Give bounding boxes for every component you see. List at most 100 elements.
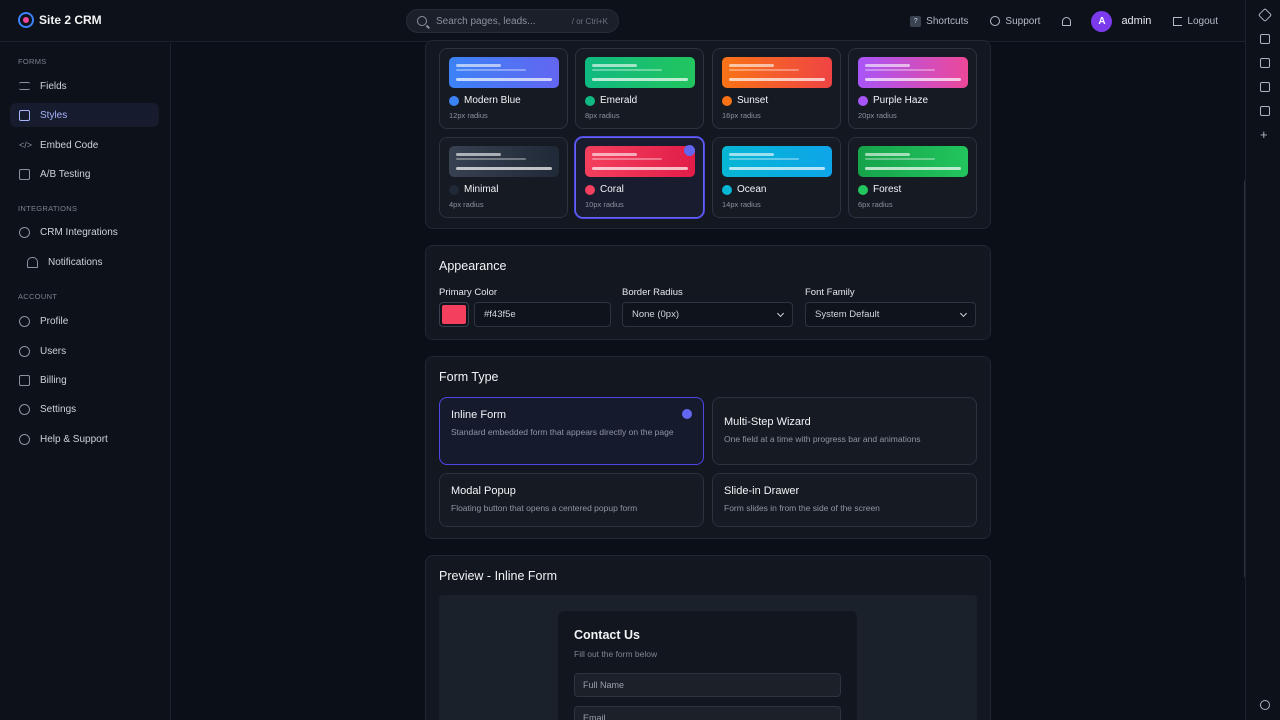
search-placeholder: Search pages, leads... — [436, 15, 536, 27]
keyboard-icon: ? — [910, 15, 922, 27]
tag-icon[interactable] — [1257, 7, 1273, 23]
logout-label: Logout — [1187, 15, 1218, 27]
users-icon — [19, 345, 30, 357]
sidebar-item-label: Billing — [40, 374, 67, 386]
sidebar-item-label: Help & Support — [40, 433, 108, 445]
logout-button[interactable]: Logout — [1173, 16, 1218, 27]
plus-icon[interactable]: + — [1260, 128, 1270, 141]
support-button[interactable]: Support — [990, 16, 1040, 27]
logout-icon — [1173, 16, 1183, 26]
theme-card-ocean[interactable]: Ocean 14px radius — [712, 137, 841, 218]
sidebar-item-settings[interactable]: Settings — [10, 397, 159, 421]
theme-name: Minimal — [464, 184, 499, 195]
form-type-modal[interactable]: Modal Popup Floating button that opens a… — [439, 473, 704, 527]
sidebar-item-label: Embed Code — [40, 139, 99, 151]
form-type-multi-step[interactable]: Multi-Step Wizard One field at a time wi… — [712, 397, 977, 465]
form-type-option-desc: One field at a time with progress bar an… — [724, 434, 921, 444]
primary-color-label: Primary Color — [439, 287, 498, 298]
preview-form-title: Contact Us — [574, 628, 640, 642]
sidebar-item-label: Styles — [40, 109, 68, 121]
shortcuts-label: Shortcuts — [926, 15, 969, 27]
check-icon — [682, 409, 692, 419]
form-type-option-title: Modal Popup — [451, 485, 516, 497]
theme-card-forest[interactable]: Forest 6px radius — [848, 137, 977, 218]
sidebar: FORMS Fields Styles </> Embed Code A/B T… — [0, 43, 171, 720]
border-radius-select[interactable]: None (0px) — [622, 302, 793, 327]
theme-preview-swatch — [449, 57, 559, 88]
sidebar-item-fields[interactable]: Fields — [10, 74, 159, 98]
app-name: Site 2 CRM — [39, 13, 102, 27]
sidebar-item-label: Profile — [40, 315, 69, 327]
theme-card-modern-blue[interactable]: Modern Blue 12px radius — [439, 48, 568, 129]
theme-card-emerald[interactable]: Emerald 8px radius — [575, 48, 704, 129]
theme-card-coral[interactable]: Coral 10px radius — [575, 137, 704, 218]
sidebar-item-label: Fields — [40, 80, 67, 92]
theme-name: Forest — [873, 184, 902, 195]
theme-name: Purple Haze — [873, 95, 929, 106]
sidebar-section-forms: FORMS — [18, 57, 47, 66]
theme-preview-swatch — [858, 146, 968, 177]
theme-name: Modern Blue — [464, 95, 521, 106]
border-radius-value: None (0px) — [632, 309, 679, 320]
sidebar-item-profile[interactable]: Profile — [10, 309, 159, 333]
notifications-button[interactable] — [1062, 16, 1072, 26]
palette-icon — [19, 109, 30, 121]
sidebar-item-styles[interactable]: Styles — [10, 103, 159, 127]
theme-color-dot — [585, 185, 595, 195]
form-type-option-title: Inline Form — [451, 409, 507, 421]
sidebar-item-label: Settings — [40, 403, 77, 415]
clipboard-icon — [19, 168, 30, 180]
primary-color-input[interactable]: #f43f5e — [474, 302, 611, 327]
chevron-down-icon — [959, 309, 968, 317]
user-menu[interactable]: A admin — [1091, 10, 1152, 32]
theme-card-sunset[interactable]: Sunset 16px radius — [712, 48, 841, 129]
chevron-down-icon — [776, 309, 785, 317]
theme-radius: 10px radius — [585, 200, 624, 209]
preview-title: Preview - Inline Form — [439, 569, 558, 583]
theme-card-purple-haze[interactable]: Purple Haze 20px radius — [848, 48, 977, 129]
app-logo[interactable]: Site 2 CRM — [18, 12, 102, 28]
user-name: admin — [1121, 15, 1152, 27]
font-family-select[interactable]: System Default — [805, 302, 976, 327]
sidebar-section-integrations: INTEGRATIONS — [18, 204, 78, 213]
document-icon[interactable] — [1260, 82, 1270, 92]
theme-color-dot — [858, 96, 868, 106]
full-name-field[interactable]: Full Name — [574, 673, 841, 697]
sidebar-item-ab-testing[interactable]: A/B Testing — [10, 162, 159, 186]
credit-card-icon — [19, 374, 30, 386]
sidebar-item-embed-code[interactable]: </> Embed Code — [10, 133, 159, 157]
avatar: A — [1091, 10, 1113, 32]
shortcuts-button[interactable]: ? Shortcuts — [910, 15, 969, 27]
sidebar-item-users[interactable]: Users — [10, 339, 159, 363]
preview-form-subtitle: Fill out the form below — [574, 649, 658, 659]
search-icon — [417, 16, 427, 26]
wallet-icon[interactable] — [1260, 58, 1270, 68]
theme-name: Ocean — [737, 184, 767, 195]
theme-color-dot — [449, 96, 459, 106]
appearance-title: Appearance — [439, 259, 507, 273]
theme-radius: 4px radius — [449, 200, 484, 209]
primary-color-picker[interactable] — [439, 302, 469, 327]
sidebar-item-label: A/B Testing — [40, 168, 91, 180]
sidebar-item-notifications[interactable]: Notifications — [10, 250, 159, 274]
theme-name: Coral — [600, 184, 624, 195]
gear-icon[interactable] — [1260, 700, 1270, 710]
theme-radius: 12px radius — [449, 111, 488, 120]
email-field[interactable]: Email — [574, 706, 841, 720]
theme-color-dot — [858, 185, 868, 195]
sidebar-item-crm-integrations[interactable]: CRM Integrations — [10, 220, 159, 244]
theme-card-minimal[interactable]: Minimal 4px radius — [439, 137, 568, 218]
inbox-icon[interactable] — [1260, 34, 1270, 44]
support-label: Support — [1005, 15, 1041, 27]
book-icon[interactable] — [1260, 106, 1270, 116]
font-family-value: System Default — [815, 309, 880, 320]
bell-icon — [1062, 16, 1072, 26]
bell-icon — [27, 256, 38, 268]
form-type-slide-in[interactable]: Slide-in Drawer Form slides in from the … — [712, 473, 977, 527]
sidebar-item-help-support[interactable]: Help & Support — [10, 427, 159, 451]
form-type-option-title: Slide-in Drawer — [724, 485, 800, 497]
form-type-inline[interactable]: Inline Form Standard embedded form that … — [439, 397, 704, 465]
theme-preview-swatch — [722, 146, 832, 177]
sidebar-item-billing[interactable]: Billing — [10, 368, 159, 392]
search-input[interactable]: Search pages, leads... / or Ctrl+K — [406, 9, 619, 33]
